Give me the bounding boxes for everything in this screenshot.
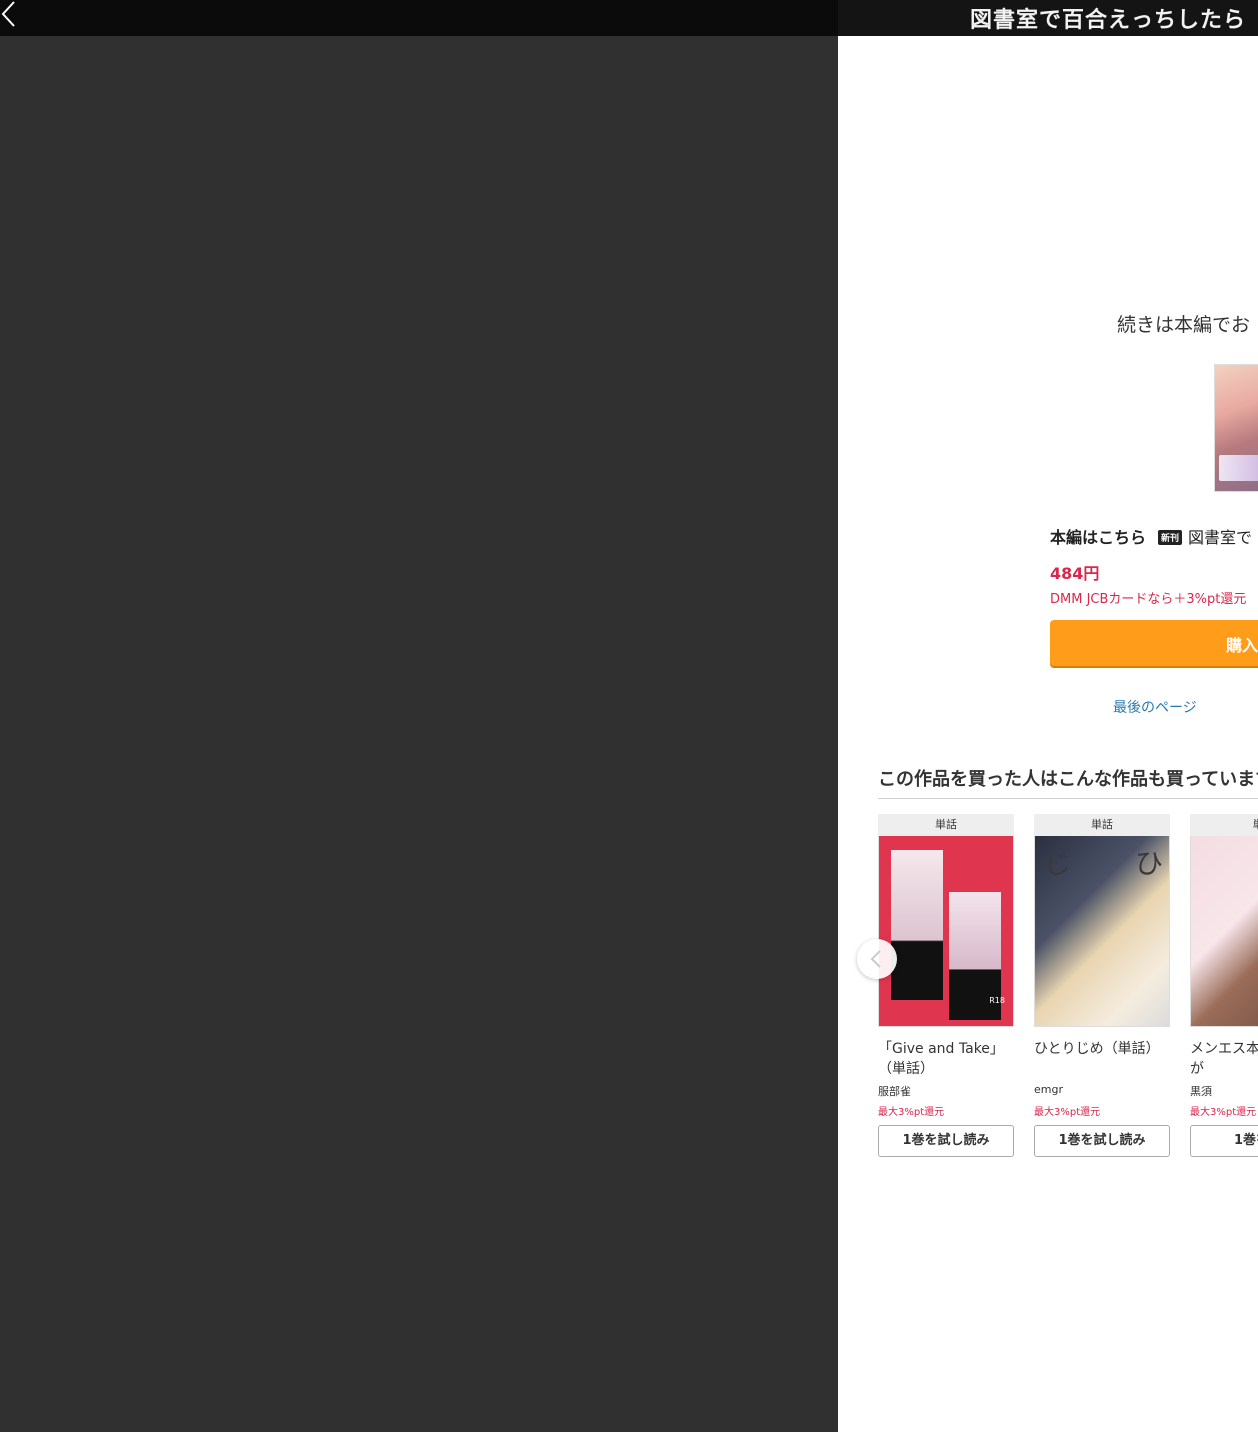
chevron-left-icon <box>1 1 15 27</box>
point-return-note: DMM JCBカードなら＋3%pt還元 <box>1050 592 1247 607</box>
top-bar: 図書室で百合えっちしたら <box>0 0 1258 36</box>
card-author[interactable]: emgr <box>1034 1083 1170 1099</box>
r18-mark: R18 <box>989 996 1005 1005</box>
card-cover[interactable] <box>1190 836 1258 1027</box>
price: 484円 <box>1050 564 1100 583</box>
chevron-left-icon <box>870 950 881 968</box>
card-type-label: 単 <box>1190 814 1258 836</box>
card-point-note: 最大3%pt還元 <box>1190 1107 1257 1118</box>
card-cover[interactable]: R18 <box>878 836 1014 1027</box>
card-cover[interactable]: じ ひ <box>1034 836 1170 1027</box>
buy-button[interactable]: 購入 <box>1050 620 1258 666</box>
cover-title-art <box>1219 455 1258 481</box>
cover-title-glyph: じ <box>1043 847 1072 880</box>
buy-button-label: 購入 <box>1226 636 1258 655</box>
new-badge: 新刊 <box>1158 530 1183 545</box>
main-volume-row: 本編はこちら 新刊 図書室で <box>1050 524 1252 548</box>
trial-read-button[interactable]: 1巻を試し読み <box>878 1125 1014 1157</box>
trial-read-button[interactable]: 1巻を試 <box>1190 1125 1258 1157</box>
work-title: 図書室で百合えっちしたら <box>970 8 1247 33</box>
card-title[interactable]: メンエス本のは作者が <box>1190 1039 1258 1079</box>
card-title[interactable]: ひとりじめ（単話） <box>1034 1039 1170 1079</box>
card-type-label: 単話 <box>1034 814 1170 836</box>
last-page-link[interactable]: 最後のページ <box>1113 697 1197 717</box>
card-point-note: 最大3%pt還元 <box>1034 1107 1101 1118</box>
card-point-note: 最大3%pt還元 <box>878 1107 945 1118</box>
viewer-page-area[interactable] <box>0 36 838 1432</box>
card-author[interactable]: 服部雀 <box>878 1083 1014 1099</box>
carousel-prev-button[interactable] <box>857 939 897 979</box>
cover-title-glyph: ひ <box>1134 847 1163 880</box>
continue-message: 続きは本編でお <box>1117 314 1251 336</box>
recommend-card[interactable]: 単話 じ ひ ひとりじめ（単話） emgr 最大3%pt還元 1巻を試し読み <box>1034 814 1170 1157</box>
card-title[interactable]: 「Give and Take」（単話） <box>878 1039 1014 1079</box>
main-volume-title[interactable]: 図書室で <box>1188 528 1252 547</box>
back-button[interactable] <box>0 0 24 30</box>
trial-read-button[interactable]: 1巻を試し読み <box>1034 1125 1170 1157</box>
recommend-section-title: この作品を買った人はこんな作品も買っています <box>878 769 1258 790</box>
recommend-card[interactable]: 単話 R18 「Give and Take」（単話） 服部雀 最大3%pt還元 … <box>878 814 1014 1157</box>
recommend-card[interactable]: 単 メンエス本のは作者が 黒須 最大3%pt還元 1巻を試 <box>1190 814 1258 1157</box>
title-bar: 図書室で百合えっちしたら <box>838 0 1258 36</box>
cover-figure <box>891 850 943 1000</box>
card-author[interactable]: 黒須 <box>1190 1083 1258 1099</box>
main-volume-label: 本編はこちら <box>1050 528 1147 547</box>
main-volume-cover[interactable] <box>1214 364 1258 492</box>
card-type-label: 単話 <box>878 814 1014 836</box>
section-divider <box>878 798 1258 799</box>
end-of-sample-panel: 続きは本編でお 本編はこちら 新刊 図書室で 484円 DMM JCBカードなら＋3… <box>838 36 1258 1432</box>
